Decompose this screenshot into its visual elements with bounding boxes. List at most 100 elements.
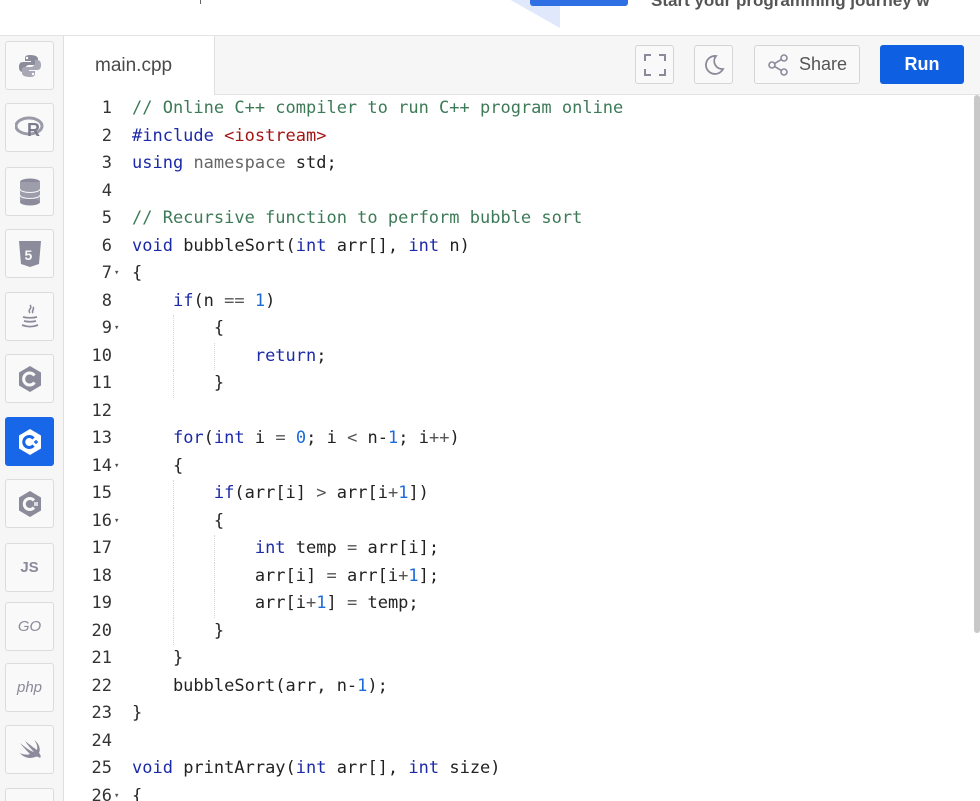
code-text: arr[i+1] = temp;	[132, 593, 419, 613]
code-line[interactable]: 5 // Recursive function to perform bubble…	[65, 205, 972, 233]
code-line[interactable]: 26 ▾ {	[65, 783, 972, 801]
line-number: 20	[91, 620, 112, 641]
code-text: using namespace std;	[132, 153, 337, 173]
code-line[interactable]: 25 void printArray(int arr[], int size)	[65, 755, 972, 783]
lang-r-button[interactable]: R	[5, 103, 54, 152]
svg-text:5: 5	[24, 247, 32, 263]
line-number: 10	[91, 345, 112, 366]
editor-scrollbar[interactable]	[972, 95, 980, 801]
code-text: // Recursive function to perform bubble …	[132, 208, 583, 228]
code-editor[interactable]: 1 // Online C++ compiler to run C++ progr…	[65, 95, 980, 801]
code-line[interactable]: 14 ▾ {	[65, 453, 972, 481]
divider	[200, 0, 201, 4]
code-text: // Online C++ compiler to run C++ progra…	[132, 98, 624, 118]
code-text: {	[132, 318, 225, 338]
line-number: 14	[91, 455, 112, 476]
lang-go-button[interactable]: GO	[5, 602, 54, 651]
line-number: 3	[101, 153, 112, 173]
lang-html-button[interactable]: 5	[5, 229, 54, 278]
lang-sql-button[interactable]	[5, 167, 54, 216]
code-text: if(arr[i] > arr[i+1])	[213, 483, 429, 503]
line-number: 18	[91, 565, 112, 586]
line-number: 7	[101, 263, 112, 283]
code-line[interactable]: 13 for(int i = 0; i < n-1; i++)	[65, 425, 972, 453]
csharp-icon	[18, 490, 41, 517]
fold-arrow-icon[interactable]: ▾	[114, 453, 119, 481]
line-number: 9	[101, 318, 112, 338]
lang-c-button[interactable]	[5, 354, 54, 403]
lang-more-button[interactable]	[5, 788, 54, 801]
lang-python-button[interactable]	[5, 41, 54, 90]
code-line[interactable]: 1 // Online C++ compiler to run C++ progr…	[65, 95, 972, 123]
run-button[interactable]: Run	[880, 45, 964, 84]
code-text: return;	[254, 345, 327, 366]
lang-php-button[interactable]: php	[5, 663, 54, 712]
svg-text:R: R	[27, 120, 40, 140]
editor-toolbar: main.cpp Share Run	[65, 36, 980, 95]
code-line[interactable]: 4	[65, 178, 972, 206]
line-number: 15	[91, 483, 112, 503]
fullscreen-icon	[643, 53, 666, 76]
code-text: bubbleSort(arr, n-1);	[132, 675, 388, 696]
code-line[interactable]: 15 if(arr[i] > arr[i+1])	[65, 480, 972, 508]
code-line[interactable]: 21 }	[65, 645, 972, 673]
file-tab-main-cpp[interactable]: main.cpp	[65, 36, 215, 95]
fullscreen-button[interactable]	[635, 45, 674, 84]
lang-swift-button[interactable]	[5, 725, 54, 774]
share-icon	[768, 53, 788, 76]
fold-arrow-icon[interactable]: ▾	[114, 260, 119, 288]
code-text: {	[132, 785, 143, 801]
share-label: Share	[799, 54, 848, 74]
code-line[interactable]: 12	[65, 398, 972, 426]
code-line[interactable]: 17 int temp = arr[i];	[65, 535, 972, 563]
scrollbar-thumb[interactable]	[974, 95, 980, 633]
code-line[interactable]: 6 void bubbleSort(int arr[], int n)	[65, 233, 972, 261]
code-text: }	[132, 620, 225, 641]
code-line[interactable]: 19 arr[i+1] = temp;	[65, 590, 972, 618]
line-number: 25	[91, 758, 112, 778]
dark-mode-button[interactable]	[694, 45, 733, 84]
code-line[interactable]: 22 bubbleSort(arr, n-1);	[65, 673, 972, 701]
line-number: 26	[91, 785, 112, 801]
share-button[interactable]: Share	[754, 45, 860, 84]
code-text: }	[132, 703, 143, 723]
code-line[interactable]: 10 return;	[65, 342, 972, 370]
line-number: 8	[101, 290, 112, 311]
line-number: 1	[101, 98, 112, 118]
code-text: void bubbleSort(int arr[], int n)	[132, 235, 470, 256]
line-number: 17	[91, 538, 112, 558]
lang-javascript-button[interactable]: JS	[5, 543, 54, 592]
line-number: 6	[101, 235, 112, 256]
banner-button[interactable]	[530, 0, 628, 6]
code-line[interactable]: 8 if(n == 1)	[65, 288, 972, 316]
top-banner-strip: Start your programming journey w	[0, 0, 980, 36]
code-text: }	[132, 648, 184, 668]
swift-icon	[19, 739, 41, 758]
language-sidebar: R 5 JS GO php	[0, 36, 64, 801]
fold-arrow-icon[interactable]: ▾	[114, 783, 119, 801]
lang-cpp-button[interactable]	[5, 417, 54, 466]
code-text: arr[i] = arr[i+1];	[132, 565, 440, 586]
code-text: if(n == 1)	[172, 290, 276, 311]
code-line[interactable]: 7 ▾ {	[65, 260, 972, 288]
lang-java-button[interactable]	[5, 292, 54, 341]
code-line[interactable]: 24	[65, 728, 972, 756]
lang-csharp-button[interactable]	[5, 479, 54, 528]
code-line[interactable]: 16 ▾ {	[65, 507, 972, 536]
r-icon: R	[14, 116, 43, 140]
code-line[interactable]: 9 ▾ {	[65, 315, 972, 343]
code-line[interactable]: 20 }	[65, 617, 972, 645]
code-line[interactable]: 18 arr[i] = arr[i+1];	[65, 562, 972, 590]
html5-icon: 5	[18, 240, 41, 267]
code-line[interactable]: 23}	[65, 700, 972, 728]
line-number: 5	[101, 208, 112, 228]
code-line[interactable]: 2 #include <iostream>	[65, 123, 972, 151]
fold-arrow-icon[interactable]: ▾	[114, 315, 119, 343]
code-line[interactable]: 3 using namespace std;	[65, 150, 972, 178]
line-number: 2	[101, 125, 112, 146]
code-line[interactable]: 11 }	[65, 370, 972, 398]
code-text: }	[132, 373, 225, 393]
line-number: 19	[91, 593, 112, 613]
fold-arrow-icon[interactable]: ▾	[114, 508, 119, 536]
database-icon	[19, 178, 40, 205]
